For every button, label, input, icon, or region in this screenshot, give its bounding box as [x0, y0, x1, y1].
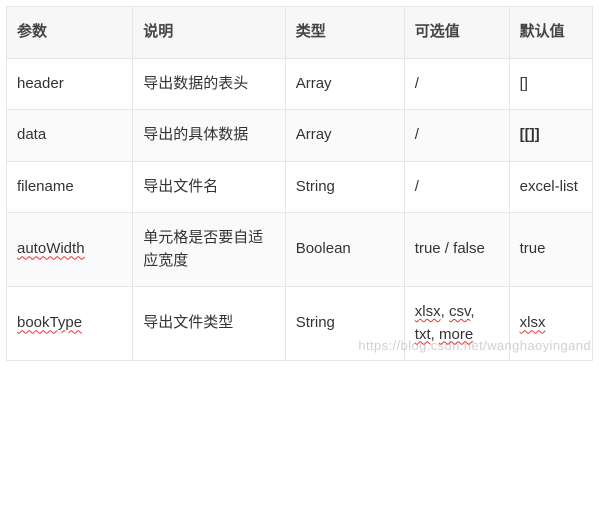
params-table: 参数 说明 类型 可选值 默认值 header 导出数据的表头 Array / …	[6, 6, 593, 361]
col-type: 类型	[285, 7, 404, 59]
cell-desc: 导出的具体数据	[133, 110, 285, 162]
cell-default: []	[509, 58, 592, 110]
default-text: [[]]	[520, 126, 540, 143]
param-text: bookType	[17, 314, 82, 331]
cell-param: header	[7, 58, 133, 110]
col-options: 可选值	[404, 7, 509, 59]
cell-type: Array	[285, 58, 404, 110]
col-desc: 说明	[133, 7, 285, 59]
cell-type: Array	[285, 110, 404, 162]
cell-desc: 导出文件类型	[133, 287, 285, 361]
cell-options: /	[404, 58, 509, 110]
param-text: header	[17, 75, 64, 92]
opt-more: more	[439, 326, 473, 343]
table-row: header 导出数据的表头 Array / []	[7, 58, 593, 110]
cell-options: /	[404, 110, 509, 162]
table-row: bookType 导出文件类型 String xlsx, csv, txt, m…	[7, 287, 593, 361]
cell-options: /	[404, 161, 509, 213]
param-text: autoWidth	[17, 240, 85, 257]
cell-options: true / false	[404, 213, 509, 287]
cell-desc: 导出文件名	[133, 161, 285, 213]
opt-xlsx: xlsx	[415, 303, 441, 320]
cell-default: xlsx	[509, 287, 592, 361]
cell-param: data	[7, 110, 133, 162]
cell-type: Boolean	[285, 213, 404, 287]
cell-default: excel-list	[509, 161, 592, 213]
cell-default: true	[509, 213, 592, 287]
cell-desc: 导出数据的表头	[133, 58, 285, 110]
cell-param: filename	[7, 161, 133, 213]
cell-default: [[]]	[509, 110, 592, 162]
cell-param: bookType	[7, 287, 133, 361]
param-text: data	[17, 126, 46, 143]
cell-param: autoWidth	[7, 213, 133, 287]
default-text: xlsx	[520, 314, 546, 331]
cell-options: xlsx, csv, txt, more	[404, 287, 509, 361]
table-row: data 导出的具体数据 Array / [[]]	[7, 110, 593, 162]
opt-csv: csv	[449, 303, 470, 320]
col-param: 参数	[7, 7, 133, 59]
param-text: filename	[17, 178, 74, 195]
cell-desc: 单元格是否要自适应宽度	[133, 213, 285, 287]
col-default: 默认值	[509, 7, 592, 59]
cell-type: String	[285, 287, 404, 361]
cell-type: String	[285, 161, 404, 213]
table-row: filename 导出文件名 String / excel-list	[7, 161, 593, 213]
opt-txt: txt	[415, 326, 431, 343]
table-header-row: 参数 说明 类型 可选值 默认值	[7, 7, 593, 59]
table-row: autoWidth 单元格是否要自适应宽度 Boolean true / fal…	[7, 213, 593, 287]
